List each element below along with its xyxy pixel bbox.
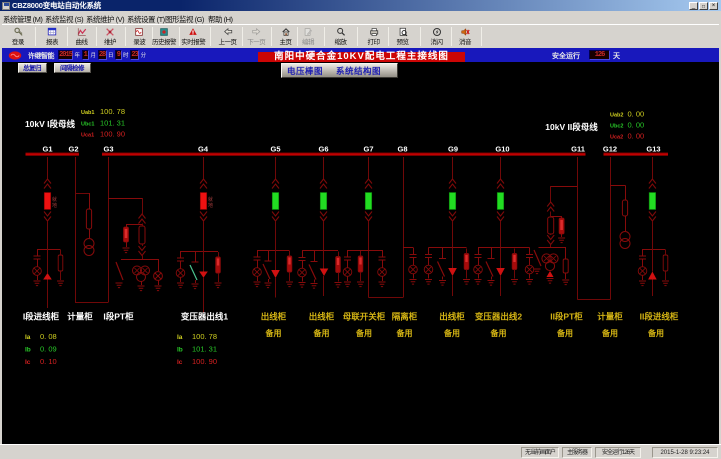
svg-text:0. 09: 0. 09 [40, 345, 57, 354]
svg-text:101. 31: 101. 31 [100, 119, 125, 128]
svg-text:II段PT柜: II段PT柜 [550, 312, 583, 322]
svg-text:Ubc2: Ubc2 [610, 124, 623, 130]
svg-text:备用: 备用 [313, 328, 330, 338]
svg-text:G9: G9 [448, 145, 458, 154]
svg-text:Ubc1: Ubc1 [81, 122, 94, 128]
svg-text:100. 90: 100. 90 [100, 130, 125, 139]
svg-text:0. 00: 0. 00 [628, 110, 645, 119]
svg-text:0. 10: 0. 10 [40, 357, 57, 366]
svg-text:备用: 备用 [265, 328, 282, 338]
svg-text:隔离柜: 隔离柜 [392, 312, 418, 322]
svg-text:Ib: Ib [25, 347, 31, 354]
svg-text:Uab2: Uab2 [610, 113, 623, 119]
svg-text:101. 31: 101. 31 [192, 345, 217, 354]
svg-text:Ia: Ia [177, 334, 183, 341]
svg-text:G6: G6 [318, 145, 328, 154]
svg-text:备用: 备用 [396, 328, 413, 338]
svg-text:G10: G10 [495, 145, 509, 154]
svg-text:母联开关柜: 母联开关柜 [343, 312, 386, 322]
svg-text:Uab1: Uab1 [81, 110, 94, 116]
svg-text:G8: G8 [397, 145, 407, 154]
svg-text:100. 78: 100. 78 [100, 107, 125, 116]
svg-text:Uca1: Uca1 [81, 133, 94, 139]
svg-text:Ia: Ia [25, 334, 31, 341]
svg-text:G3: G3 [103, 145, 113, 154]
svg-text:Ic: Ic [25, 359, 31, 366]
svg-text:变压器出线2: 变压器出线2 [475, 312, 523, 322]
svg-text:II段进线柜: II段进线柜 [640, 312, 679, 322]
svg-text:出线柜: 出线柜 [309, 312, 335, 322]
svg-text:100. 90: 100. 90 [192, 357, 217, 366]
svg-text:地: 地 [208, 202, 213, 209]
svg-text:备用: 备用 [443, 328, 460, 338]
svg-text:备用: 备用 [556, 328, 573, 338]
svg-text:0. 00: 0. 00 [628, 132, 645, 141]
svg-text:Uca2: Uca2 [610, 135, 623, 141]
svg-text:备用: 备用 [647, 328, 664, 338]
svg-text:I段进线柜: I段进线柜 [23, 312, 60, 322]
svg-text:10kV I段母线: 10kV I段母线 [25, 119, 76, 129]
svg-text:就: 就 [208, 196, 213, 203]
svg-text:备用: 备用 [601, 328, 618, 338]
svg-text:G12: G12 [603, 145, 617, 154]
svg-text:备用: 备用 [355, 328, 372, 338]
svg-text:计量柜: 计量柜 [67, 312, 93, 322]
svg-text:G4: G4 [198, 145, 209, 154]
svg-text:0. 08: 0. 08 [40, 332, 57, 341]
svg-text:0. 00: 0. 00 [628, 121, 645, 130]
svg-text:100. 78: 100. 78 [192, 332, 217, 341]
svg-text:G5: G5 [270, 145, 280, 154]
svg-text:地: 地 [52, 202, 57, 209]
svg-text:Ib: Ib [177, 347, 183, 354]
svg-text:G1: G1 [42, 145, 52, 154]
svg-text:G13: G13 [646, 145, 660, 154]
svg-text:G11: G11 [571, 145, 585, 154]
svg-text:备用: 备用 [490, 328, 507, 338]
svg-text:Ic: Ic [177, 359, 183, 366]
svg-text:G7: G7 [363, 145, 373, 154]
svg-text:变压器出线1: 变压器出线1 [181, 312, 229, 322]
svg-text:计量柜: 计量柜 [597, 312, 623, 322]
svg-text:出线柜: 出线柜 [261, 312, 287, 322]
svg-text:I段PT柜: I段PT柜 [103, 312, 134, 322]
svg-text:就: 就 [52, 196, 57, 203]
svg-text:10kV II段母线: 10kV II段母线 [545, 122, 598, 132]
svg-text:G2: G2 [68, 145, 78, 154]
svg-text:出线柜: 出线柜 [439, 312, 465, 322]
